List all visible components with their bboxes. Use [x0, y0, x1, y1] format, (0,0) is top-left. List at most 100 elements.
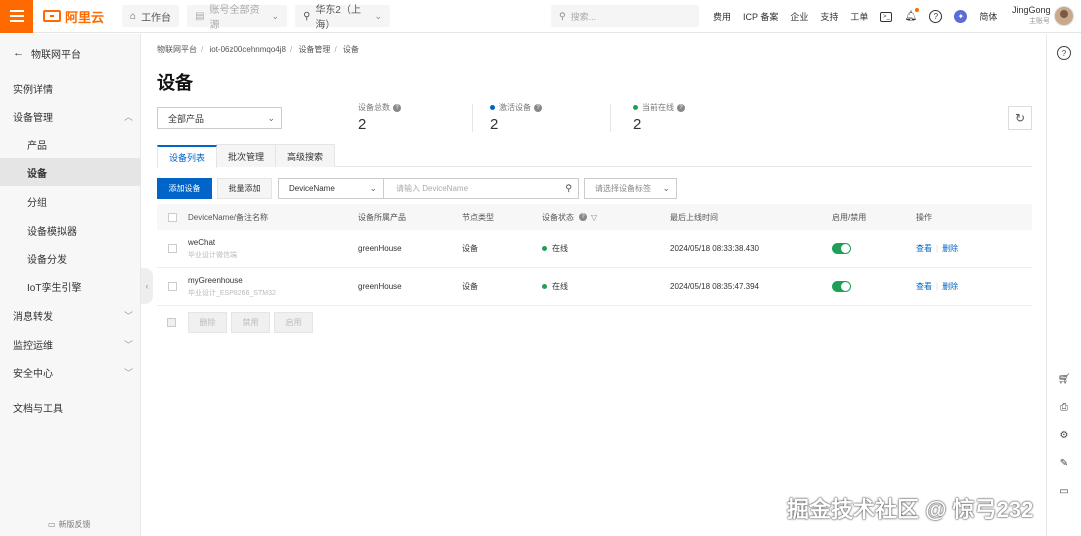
row-checkbox[interactable]: [168, 244, 177, 253]
batch-add-button[interactable]: 批量添加: [217, 178, 272, 199]
add-device-button[interactable]: 添加设备: [157, 178, 212, 199]
delete-link[interactable]: 删除: [942, 281, 958, 292]
device-tag-placeholder: 请选择设备标签: [595, 184, 651, 193]
device-product: greenHouse: [358, 244, 402, 253]
enable-toggle[interactable]: [832, 243, 851, 254]
sidebar-collapse-handle[interactable]: ‹: [141, 268, 153, 304]
breadcrumb-iot-platform[interactable]: 物联网平台: [157, 45, 197, 54]
filter-icon[interactable]: ▽: [591, 213, 597, 222]
workbench-button[interactable]: ⌂ 工作台: [122, 5, 180, 27]
select-all-checkbox[interactable]: [168, 212, 177, 222]
user-info[interactable]: JingGong 主账号: [1012, 5, 1051, 26]
avatar[interactable]: [1054, 6, 1074, 26]
enable-toggle[interactable]: [832, 281, 851, 292]
account-resource-select[interactable]: ▤ 账号全部资源 ⌄: [187, 5, 288, 31]
edit-icon[interactable]: ✎: [1057, 456, 1071, 470]
location-icon: ⚲: [303, 10, 311, 22]
refresh-icon: ↻: [1014, 111, 1026, 125]
column-header-actions: 操作: [916, 212, 932, 222]
column-header-status-label: 设备状态: [542, 212, 574, 222]
search-icon[interactable]: ⚲: [565, 183, 572, 194]
stat-label: 设备总数: [358, 103, 390, 112]
breadcrumb-instance[interactable]: iot-06z00cehnmqo4j8: [209, 45, 286, 54]
sidebar-item-iot-twin-engine[interactable]: IoT孪生引擎: [0, 272, 141, 300]
divider: |: [936, 244, 939, 253]
device-product: greenHouse: [358, 282, 402, 291]
refresh-button[interactable]: ↻: [1008, 106, 1032, 130]
status-dot: [490, 105, 495, 110]
bulk-delete-button[interactable]: 删除: [188, 312, 227, 333]
region-select[interactable]: ⚲ 华东2（上海） ⌄: [295, 5, 391, 31]
search-field-select[interactable]: DeviceName ⌄: [278, 178, 384, 199]
help-icon[interactable]: ?: [393, 103, 401, 112]
help-icon[interactable]: ?: [929, 10, 943, 23]
chevron-down-icon: ⌄: [369, 183, 377, 193]
user-name: JingGong: [1012, 5, 1051, 15]
menu-hamburger-button[interactable]: [0, 0, 33, 33]
sidebar-item-device-simulator[interactable]: 设备模拟器: [0, 216, 141, 244]
gear-icon[interactable]: ⚙: [1057, 428, 1071, 442]
sidebar-item-group[interactable]: 分组: [0, 187, 141, 215]
device-tag-select[interactable]: 请选择设备标签 ⌄: [584, 178, 677, 199]
language-switch[interactable]: 简体: [979, 10, 997, 23]
top-link-enterprise[interactable]: 企业: [790, 10, 808, 23]
sidebar-item-monitoring[interactable]: 监控运维 ﹀: [0, 330, 141, 358]
hamburger-icon: [9, 10, 24, 22]
cloud-shell-icon[interactable]: >_: [880, 11, 893, 22]
sidebar-item-instance-detail[interactable]: 实例详情: [0, 74, 141, 102]
cart-icon[interactable]: 🛒︎: [1057, 372, 1071, 386]
sidebar-item-docs-tools[interactable]: 文档与工具: [0, 393, 141, 421]
chevron-down-icon: ⌄: [267, 112, 275, 123]
print-icon[interactable]: ⎙: [1057, 400, 1071, 414]
help-icon[interactable]: ?: [579, 213, 587, 221]
aliyun-logo[interactable]: 阿里云: [43, 7, 104, 26]
top-link-ticket[interactable]: 工单: [850, 10, 868, 23]
sidebar-item-device-distribution[interactable]: 设备分发: [0, 244, 141, 272]
notification-bell-icon[interactable]: 🔔︎: [904, 8, 920, 23]
page-title: 设备: [157, 73, 193, 93]
bulk-actions: 删除 禁用 启用: [167, 312, 317, 333]
bulk-enable-button[interactable]: 启用: [274, 312, 313, 333]
view-link[interactable]: 查看: [916, 243, 932, 254]
device-name: weChat: [188, 237, 216, 247]
divider: |: [936, 282, 939, 291]
top-link-support[interactable]: 支持: [820, 10, 838, 23]
sidebar-item-label: 消息转发: [13, 311, 53, 323]
sidebar-back-button[interactable]: ← 物联网平台: [0, 34, 140, 72]
column-header-last-online: 最后上线时间: [670, 212, 718, 222]
sidebar-item-message-forwarding[interactable]: 消息转发 ﹀: [0, 301, 141, 329]
breadcrumb-device-management[interactable]: 设备管理: [298, 45, 330, 54]
user-role: 主账号: [1029, 18, 1050, 25]
sidebar-item-product[interactable]: 产品: [0, 130, 141, 158]
product-filter-select[interactable]: 全部产品 ⌄: [157, 107, 282, 129]
notification-dot: [915, 8, 920, 12]
ai-assistant-icon[interactable]: ✦: [954, 10, 968, 23]
global-search-input[interactable]: ⚲ 搜索...: [551, 5, 699, 27]
divider: [610, 104, 611, 132]
device-search-input[interactable]: 请输入 DeviceName ⚲: [384, 178, 579, 199]
top-link-billing[interactable]: 费用: [713, 10, 731, 23]
online-status-dot: [542, 246, 547, 251]
delete-link[interactable]: 删除: [942, 243, 958, 254]
sidebar-item-device[interactable]: 设备: [0, 158, 141, 186]
bulk-select-checkbox[interactable]: [167, 318, 176, 327]
new-version-feedback-link[interactable]: ▭ 新版反馈: [48, 519, 91, 530]
help-icon[interactable]: ?: [534, 103, 542, 112]
device-node-type: 设备: [462, 282, 478, 291]
top-link-icp[interactable]: ICP 备案: [743, 10, 778, 23]
arrow-left-icon: ←: [13, 47, 24, 59]
tab-batch-management[interactable]: 批次管理: [216, 144, 277, 167]
view-link[interactable]: 查看: [916, 281, 932, 292]
device-note: 毕业设计微信端: [188, 251, 237, 259]
sidebar-item-security-center[interactable]: 安全中心 ﹀: [0, 358, 141, 386]
help-icon[interactable]: ?: [677, 103, 685, 112]
chat-icon[interactable]: ▭: [1057, 484, 1071, 498]
tab-advanced-search[interactable]: 高级搜索: [275, 144, 336, 167]
device-status-label: 在线: [552, 244, 568, 253]
sidebar-item-device-management[interactable]: 设备管理 ︿: [0, 102, 141, 130]
row-checkbox[interactable]: [168, 282, 177, 291]
bulk-disable-button[interactable]: 禁用: [231, 312, 270, 333]
help-icon[interactable]: ?: [1057, 46, 1071, 60]
sidebar-item-label: IoT孪生引擎: [27, 282, 82, 294]
tab-device-list[interactable]: 设备列表: [157, 145, 218, 168]
